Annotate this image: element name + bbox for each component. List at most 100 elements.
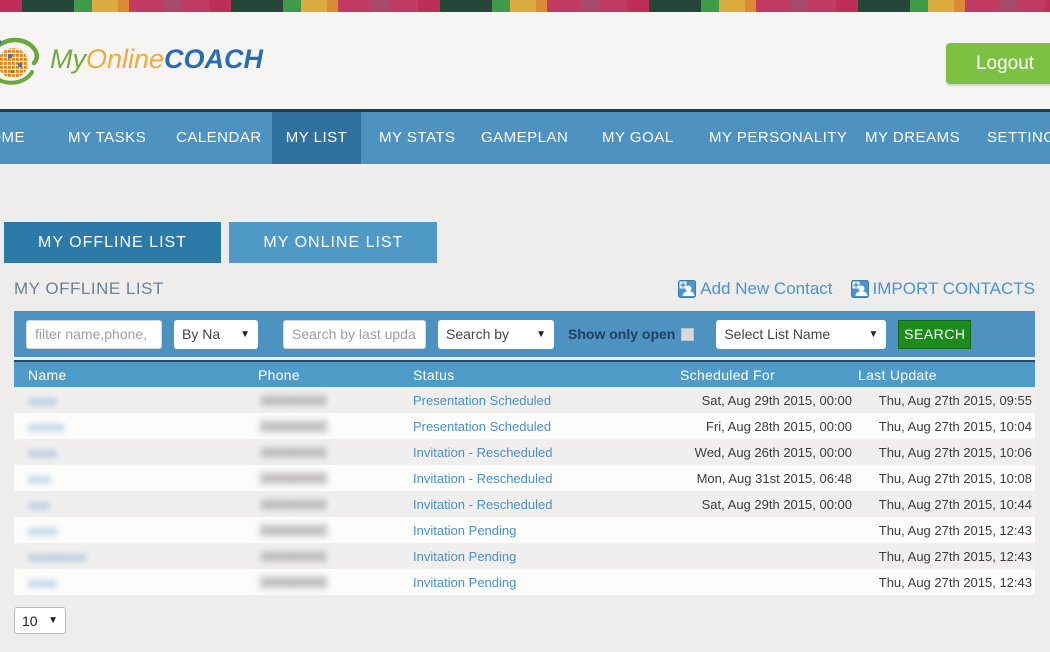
list-name-select-value: Select List Name (724, 326, 830, 342)
table-header-row: Name Phone Status Scheduled For Last Upd… (14, 361, 1035, 387)
contact-name-redacted[interactable]: aaaaaaaa (28, 549, 86, 564)
status-link[interactable]: Presentation Scheduled (413, 393, 551, 408)
show-only-open-checkbox[interactable] (681, 328, 694, 341)
nav-item-home[interactable]: HOME (0, 112, 25, 164)
list-name-select[interactable]: Select List Name ▼ (716, 320, 886, 349)
import-contacts-link[interactable]: IMPORT CONTACTS (851, 279, 1035, 299)
table-row: aaaaaaaa 000000000 Invitation Pending Th… (14, 543, 1035, 569)
status-link[interactable]: Presentation Scheduled (413, 419, 551, 434)
search-last-update-input[interactable] (283, 320, 426, 349)
status-link[interactable]: Invitation - Rescheduled (413, 445, 552, 460)
table-row: aaaa 000000000 Invitation - Rescheduled … (14, 439, 1035, 465)
page-size-value: 10 (22, 613, 38, 629)
contact-name-redacted[interactable]: aaaa (28, 445, 57, 460)
contact-phone-redacted: 000000000 (258, 444, 329, 461)
table-footer: 10 ▼ (14, 607, 1036, 634)
status-link[interactable]: Invitation - Rescheduled (413, 471, 552, 486)
search-by-select[interactable]: Search by ▼ (438, 320, 554, 349)
page-size-select[interactable]: 10 ▼ (14, 607, 66, 634)
column-header-last-update: Last Update (856, 361, 1035, 387)
chevron-down-icon: ▼ (536, 329, 546, 340)
tab-my-online-list[interactable]: MY ONLINE LIST (229, 222, 437, 263)
contacts-table: Name Phone Status Scheduled For Last Upd… (14, 360, 1035, 595)
scheduled-for-cell: Sat, Aug 29th 2015, 00:00 (678, 387, 856, 413)
app-header: MyOnlineCOACH Logout (0, 12, 1050, 109)
show-only-open-label: Show only open (568, 326, 675, 342)
contact-name-redacted[interactable]: aaa (28, 471, 50, 486)
app-logo: MyOnlineCOACH (0, 30, 263, 88)
chevron-down-icon: ▼ (48, 615, 58, 626)
last-update-cell: Thu, Aug 27th 2015, 10:44 (856, 491, 1035, 517)
table-row: aaaa 000000000 Invitation Pending Thu, A… (14, 517, 1035, 543)
table-row: aaa 000000000 Invitation - Rescheduled S… (14, 491, 1035, 517)
table-row: aaaa 000000000 Invitation Pending Thu, A… (14, 569, 1035, 595)
scheduled-for-cell: Wed, Aug 26th 2015, 00:00 (678, 439, 856, 465)
contact-phone-redacted: 000000000 (258, 392, 329, 409)
globe-logo-icon (0, 30, 44, 88)
add-new-contact-link[interactable]: Add New Contact (678, 279, 832, 299)
nav-item-my-goal[interactable]: MY GOAL (602, 112, 674, 164)
add-new-contact-label: Add New Contact (700, 279, 832, 299)
nav-item-my-dreams[interactable]: MY DREAMS (865, 112, 960, 164)
contact-phone-redacted: 000000000 (258, 574, 329, 591)
status-link[interactable]: Invitation Pending (413, 523, 516, 538)
contact-name-redacted[interactable]: aaaa (28, 393, 57, 408)
app-title: MyOnlineCOACH (50, 44, 263, 75)
scheduled-for-cell: Fri, Aug 28th 2015, 00:00 (678, 413, 856, 439)
nav-item-settings[interactable]: SETTINGS (987, 112, 1050, 164)
status-link[interactable]: Invitation - Rescheduled (413, 497, 552, 512)
list-tabs: MY OFFLINE LIST MY ONLINE LIST (4, 222, 1036, 263)
last-update-cell: Thu, Aug 27th 2015, 10:08 (856, 465, 1035, 491)
chevron-down-icon: ▼ (240, 329, 250, 340)
contact-name-redacted[interactable]: aaaa (28, 575, 57, 590)
contact-actions: Add New Contact IMPORT CONTACTS (678, 279, 1035, 299)
contact-name-redacted[interactable]: aaa (28, 497, 50, 512)
nav-item-calendar[interactable]: CALENDAR (176, 112, 262, 164)
column-header-scheduled-for: Scheduled For (678, 361, 856, 387)
contact-phone-redacted: 000000000 (258, 496, 329, 513)
scheduled-for-cell: Mon, Aug 31st 2015, 06:48 (678, 465, 856, 491)
last-update-cell: Thu, Aug 27th 2015, 10:06 (856, 439, 1035, 465)
scheduled-for-cell (678, 569, 856, 595)
table-row: aaaaa 000000000 Presentation Scheduled F… (14, 413, 1035, 439)
chevron-down-icon: ▼ (868, 329, 878, 340)
filter-bar: By Na ▼ Search by ▼ Show only open Selec… (14, 311, 1035, 357)
contact-phone-redacted: 000000000 (258, 418, 329, 435)
status-link[interactable]: Invitation Pending (413, 575, 516, 590)
contact-name-redacted[interactable]: aaaaa (28, 419, 64, 434)
logo-online: Online (86, 44, 164, 74)
tab-my-offline-list[interactable]: MY OFFLINE LIST (4, 222, 221, 263)
column-header-name: Name (14, 361, 244, 387)
nav-item-my-stats[interactable]: MY STATS (379, 112, 456, 164)
last-update-cell: Thu, Aug 27th 2015, 12:43 (856, 517, 1035, 543)
search-by-select-value: Search by (446, 326, 509, 342)
contact-phone-redacted: 000000000 (258, 470, 329, 487)
table-row: aaaa 000000000 Presentation Scheduled Sa… (14, 387, 1035, 413)
table-row: aaa 000000000 Invitation - Rescheduled M… (14, 465, 1035, 491)
main-nav: HOME MY TASKS CALENDAR MY LIST MY STATS … (0, 109, 1050, 164)
last-update-cell: Thu, Aug 27th 2015, 12:43 (856, 543, 1035, 569)
contact-name-redacted[interactable]: aaaa (28, 523, 57, 538)
page-title: MY OFFLINE LIST (14, 279, 164, 299)
contact-phone-redacted: 000000000 (258, 548, 329, 565)
by-name-select-value: By Na (182, 326, 220, 342)
import-contacts-label: IMPORT CONTACTS (873, 279, 1035, 299)
scheduled-for-cell: Sat, Aug 29th 2015, 00:00 (678, 491, 856, 517)
status-link[interactable]: Invitation Pending (413, 549, 516, 564)
nav-item-my-tasks[interactable]: MY TASKS (68, 112, 146, 164)
nav-item-my-personality[interactable]: MY PERSONALITY (709, 112, 847, 164)
nav-item-my-list[interactable]: MY LIST (272, 112, 361, 164)
by-name-select[interactable]: By Na ▼ (174, 320, 258, 349)
section-header-row: MY OFFLINE LIST Add New Contact (14, 279, 1035, 299)
import-contacts-icon (851, 280, 869, 298)
search-button[interactable]: SEARCH (898, 320, 971, 349)
main-content: MY OFFLINE LIST MY ONLINE LIST MY OFFLIN… (0, 222, 1050, 634)
logout-button[interactable]: Logout (946, 43, 1050, 84)
column-header-status: Status (413, 361, 678, 387)
logo-coach: COACH (164, 44, 263, 74)
filter-name-phone-input[interactable] (26, 320, 162, 349)
scheduled-for-cell (678, 543, 856, 569)
nav-item-gameplan[interactable]: GAMEPLAN (481, 112, 568, 164)
last-update-cell: Thu, Aug 27th 2015, 12:43 (856, 569, 1035, 595)
last-update-cell: Thu, Aug 27th 2015, 10:04 (856, 413, 1035, 439)
